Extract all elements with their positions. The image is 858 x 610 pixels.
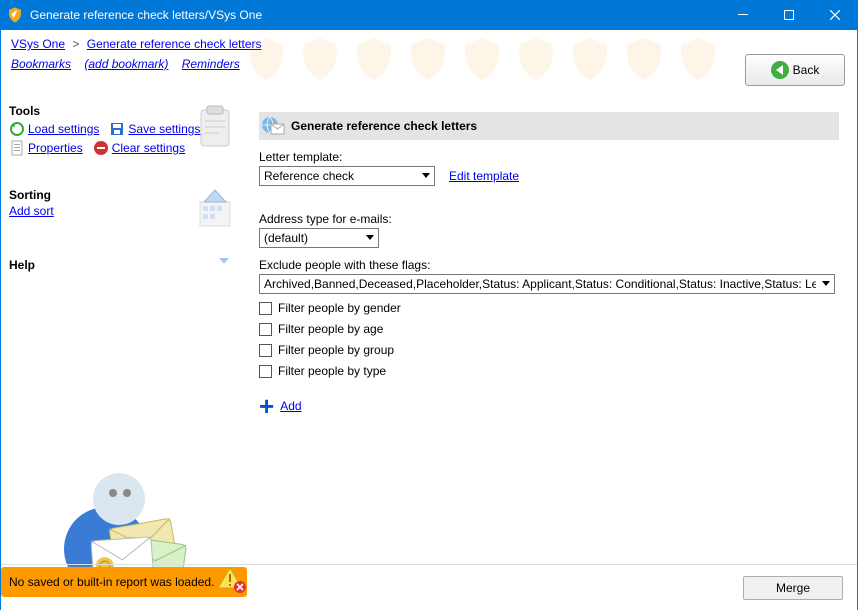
address-type-select[interactable]: (default) (259, 228, 379, 248)
save-settings-link[interactable]: Save settings (109, 121, 200, 137)
warning-icon (217, 566, 247, 597)
filter-type-checkbox[interactable]: Filter people by type (259, 364, 839, 378)
minimize-button[interactable] (720, 0, 766, 30)
globe-mail-icon (259, 114, 287, 138)
dropdown-arrow-icon (417, 167, 434, 185)
filter-gender-checkbox[interactable]: Filter people by gender (259, 301, 839, 315)
checkbox-icon (259, 323, 272, 336)
form-header: Generate reference check letters (259, 112, 839, 140)
refresh-icon (9, 121, 25, 137)
properties-link[interactable]: Properties (9, 140, 83, 156)
back-arrow-icon (771, 61, 789, 79)
load-settings-link[interactable]: Load settings (9, 121, 99, 137)
reminders-link[interactable]: Reminders (182, 57, 240, 71)
main-panel: Generate reference check letters Letter … (241, 90, 857, 564)
back-label: Back (793, 63, 820, 77)
window-controls (720, 0, 858, 30)
client-area: VSys One > Generate reference check lett… (1, 30, 857, 610)
app-icon (6, 6, 24, 24)
breadcrumb-current[interactable]: Generate reference check letters (87, 37, 262, 51)
bookmarks-link[interactable]: Bookmarks (11, 57, 71, 71)
address-type-label: Address type for e-mails: (259, 212, 839, 226)
document-icon (9, 140, 25, 156)
maximize-button[interactable] (766, 0, 812, 30)
breadcrumb-root[interactable]: VSys One (11, 37, 65, 51)
back-button[interactable]: Back (745, 54, 845, 86)
exclude-flags-select[interactable]: Archived,Banned,Deceased,Placeholder,Sta… (259, 274, 835, 294)
chevron-down-icon[interactable] (217, 254, 231, 271)
add-bookmark-link[interactable]: (add bookmark) (84, 57, 168, 71)
dropdown-arrow-icon (361, 229, 378, 247)
exclude-flags-label: Exclude people with these flags: (259, 258, 839, 272)
clear-settings-link[interactable]: Clear settings (93, 140, 185, 156)
letter-template-select[interactable]: Reference check (259, 166, 435, 186)
checkbox-icon (259, 365, 272, 378)
status-toast: No saved or built-in report was loaded. (1, 567, 247, 597)
dropdown-arrow-icon (817, 275, 834, 293)
save-icon (109, 121, 125, 137)
clipboard-icon (196, 104, 234, 153)
edit-template-link[interactable]: Edit template (449, 169, 519, 183)
checkbox-icon (259, 302, 272, 315)
form-title: Generate reference check letters (291, 119, 477, 133)
close-button[interactable] (812, 0, 858, 30)
letter-template-label: Letter template: (259, 150, 839, 164)
filter-group-checkbox[interactable]: Filter people by group (259, 343, 839, 357)
clear-icon (93, 140, 109, 156)
toast-message: No saved or built-in report was loaded. (9, 575, 214, 589)
plus-icon: + (259, 398, 274, 414)
sidebar: Tools Load settings Save settings Proper… (1, 90, 241, 564)
window-title: Generate reference check letters/VSys On… (30, 8, 720, 22)
add-sort-link[interactable]: Add sort (9, 204, 54, 218)
calendar-sort-icon (196, 188, 234, 233)
help-heading: Help (9, 258, 233, 272)
filter-age-checkbox[interactable]: Filter people by age (259, 322, 839, 336)
add-filter-button[interactable]: + Add (259, 398, 839, 414)
merge-button[interactable]: Merge (743, 576, 843, 600)
titlebar: Generate reference check letters/VSys On… (0, 0, 858, 30)
breadcrumb-separator: > (72, 37, 79, 51)
checkbox-icon (259, 344, 272, 357)
